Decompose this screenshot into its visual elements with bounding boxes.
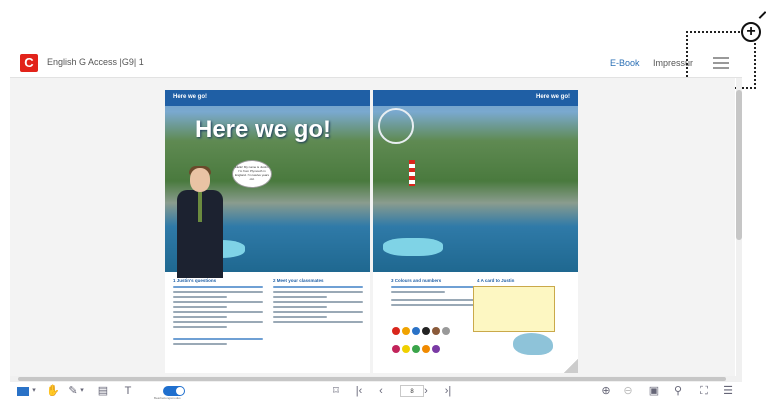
last-page-icon[interactable]: ›|	[442, 384, 454, 398]
page-band: Here we go!	[165, 90, 370, 106]
lido-pool	[383, 238, 443, 256]
exercise-heading: 2 Meet your classmates	[273, 278, 324, 283]
exercise-columns: 3 Colours and numbers 4 A card to Justin	[373, 278, 578, 373]
band-label: Here we go!	[173, 94, 208, 100]
note-card	[473, 286, 555, 332]
chevron-down-icon[interactable]: ▾	[79, 384, 85, 398]
zoom-out-icon[interactable]: ⊖	[622, 384, 634, 398]
ferris-wheel	[378, 108, 414, 144]
toggle-label: Bearbeitungsmodus	[154, 396, 181, 400]
nav-ebook-link[interactable]: E-Book	[610, 58, 640, 68]
exercise-columns: 1 Justin's questions 2 Meet your classma…	[165, 278, 370, 373]
hand-icon[interactable]: ✋	[46, 384, 60, 398]
boy-illustration	[177, 166, 223, 278]
fit-page-icon[interactable]: ▣	[648, 384, 660, 398]
exercise-heading: 3 Colours and numbers	[391, 278, 442, 283]
app-logo[interactable]: C	[20, 54, 38, 72]
text-icon[interactable]: T	[122, 384, 134, 398]
book-page-right[interactable]: Here we go! 3 Colours and numbers 4 A ca…	[373, 90, 578, 373]
exercise-heading: 1 Justin's questions	[173, 278, 217, 283]
exercise-column: 1 Justin's questions	[173, 278, 263, 373]
fullscreen-icon[interactable]: ⛶	[698, 384, 710, 398]
zoom-in-icon[interactable]: ⊕	[600, 384, 612, 398]
speech-bubble: Hello! My name is Justin. I'm from Plymo…	[232, 160, 272, 188]
horizontal-scrollbar-thumb[interactable]	[18, 377, 726, 381]
next-page-icon[interactable]: ›	[420, 384, 432, 398]
edit-mode-toggle[interactable]	[163, 386, 185, 396]
book-title: English G Access |G9| 1	[47, 57, 144, 67]
exercise-column: 2 Meet your classmates	[273, 278, 363, 373]
page-band: Here we go!	[373, 90, 578, 106]
vertical-scrollbar-thumb[interactable]	[736, 90, 742, 240]
magnifier-plus-icon: +	[741, 22, 761, 42]
note-icon[interactable]: ▤	[97, 384, 109, 398]
page-curl[interactable]	[564, 359, 578, 373]
magnifier-handle	[758, 11, 766, 19]
color-swatch-icon[interactable]	[17, 387, 29, 396]
book-page-left[interactable]: Here we go! Here we go! Hello! My name i…	[165, 90, 370, 373]
prev-page-icon[interactable]: ‹	[375, 384, 387, 398]
search-icon[interactable]: ⚲	[672, 384, 684, 398]
pen-icon[interactable]: ✎	[67, 384, 79, 398]
plymouth-photo	[373, 90, 578, 272]
bookmark-icon[interactable]: ⌑	[330, 384, 342, 398]
bottom-toolbar: ▾ ✋ ✎ ▾ ▤ T Bearbeitungsmodus ⌑ |‹ ‹ 8 ›…	[10, 383, 742, 400]
exercise-heading: 4 A card to Justin	[477, 278, 515, 283]
band-label: Here we go!	[535, 94, 570, 100]
chevron-down-icon[interactable]: ▾	[31, 384, 37, 398]
app-header: C English G Access |G9| 1 E-Book Impress…	[10, 49, 742, 78]
colour-number-circles	[391, 322, 481, 358]
lighthouse	[409, 160, 415, 186]
first-page-icon[interactable]: |‹	[353, 384, 365, 398]
list-icon[interactable]: ☰	[722, 384, 734, 398]
page-headline: Here we go!	[195, 116, 332, 143]
fish-illustration	[513, 333, 553, 355]
